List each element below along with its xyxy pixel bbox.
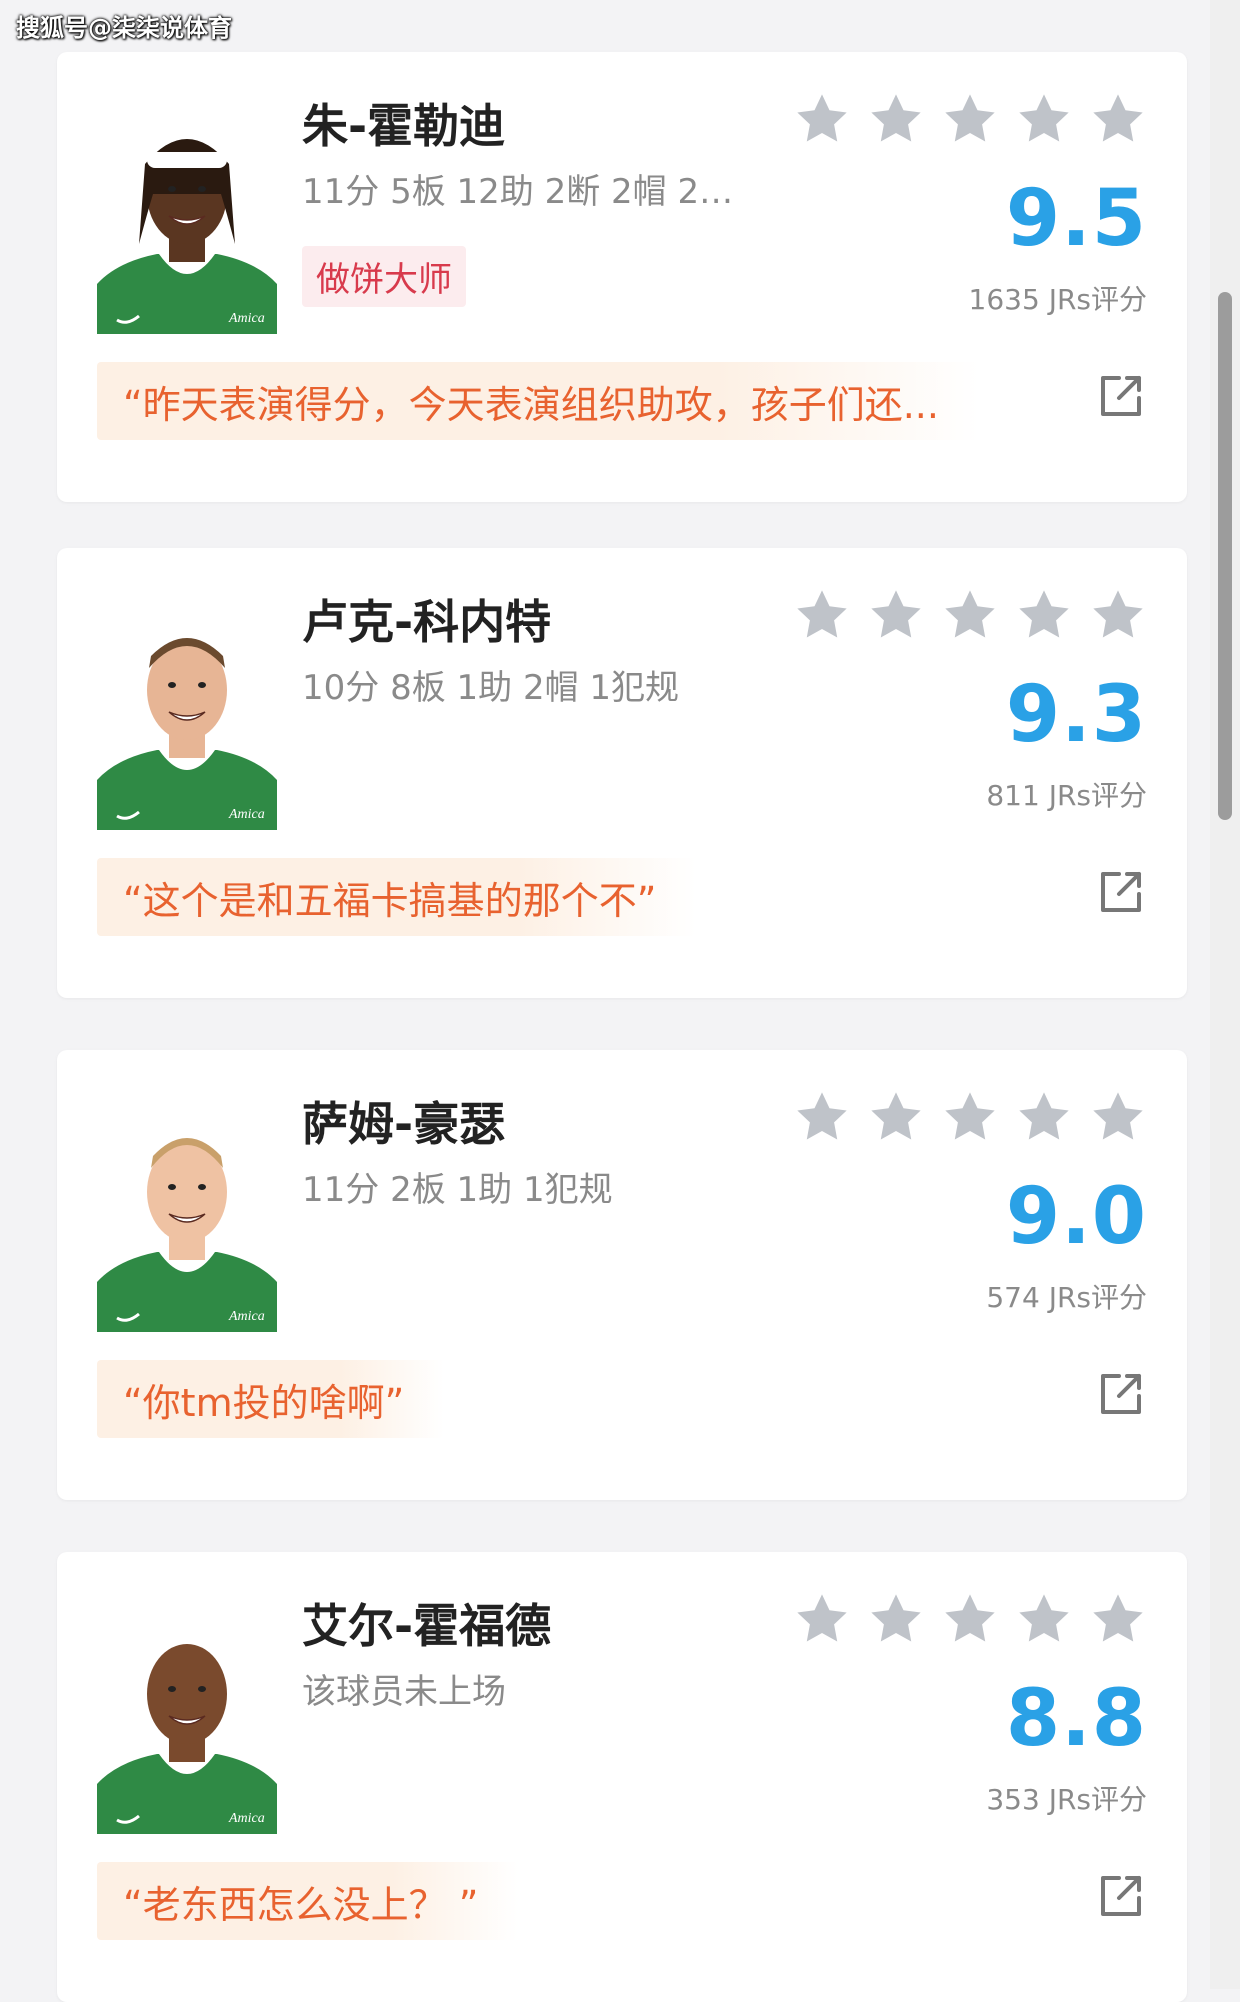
player-score: 9.5 xyxy=(1005,174,1147,264)
rating-stars[interactable] xyxy=(793,90,1147,148)
star-icon[interactable] xyxy=(941,586,999,644)
player-name: 朱-霍勒迪 xyxy=(302,99,506,153)
vote-count: 811 JRs评分 xyxy=(986,779,1147,812)
player-stats: 11分 5板 12助 2断 2帽 2失... xyxy=(302,172,752,212)
player-card[interactable]: Amica 艾尔-霍福德 该球员未上场 8.8 353 JRs评分 “老东西怎么… xyxy=(57,1552,1187,2002)
star-icon[interactable] xyxy=(941,1088,999,1146)
player-avatar: Amica xyxy=(97,94,277,334)
top-comment[interactable]: “老东西怎么没上？ ” xyxy=(97,1862,519,1940)
star-icon[interactable] xyxy=(1015,586,1073,644)
star-icon[interactable] xyxy=(793,1590,851,1648)
player-avatar: Amica xyxy=(97,590,277,830)
share-icon[interactable] xyxy=(1097,1370,1145,1418)
player-stats: 11分 2板 1助 1犯规 xyxy=(302,1170,613,1210)
svg-text:Amica: Amica xyxy=(228,1811,265,1826)
vote-count: 1635 JRs评分 xyxy=(968,283,1147,316)
player-card[interactable]: Amica 卢克-科内特 10分 8板 1助 2帽 1犯规 9.3 811 JR… xyxy=(57,548,1187,998)
star-icon[interactable] xyxy=(1015,90,1073,148)
star-icon[interactable] xyxy=(867,1088,925,1146)
player-stats: 该球员未上场 xyxy=(302,1672,506,1712)
rating-stars[interactable] xyxy=(793,1088,1147,1146)
share-icon[interactable] xyxy=(1097,372,1145,420)
watermark: 搜狐号@柒柒说体育 xyxy=(16,14,232,42)
player-name: 萨姆-豪瑟 xyxy=(302,1097,506,1151)
top-comment[interactable]: “这个是和五福卡搞基的那个不” xyxy=(97,858,697,936)
star-icon[interactable] xyxy=(1015,1590,1073,1648)
star-icon[interactable] xyxy=(793,1088,851,1146)
player-score: 8.8 xyxy=(1005,1674,1147,1764)
svg-text:Amica: Amica xyxy=(228,807,265,822)
top-comment[interactable]: “你tm投的啥啊” xyxy=(97,1360,445,1438)
player-stats: 10分 8板 1助 2帽 1犯规 xyxy=(302,668,680,708)
rating-stars[interactable] xyxy=(793,1590,1147,1648)
player-name: 艾尔-霍福德 xyxy=(302,1599,552,1653)
star-icon[interactable] xyxy=(867,586,925,644)
star-icon[interactable] xyxy=(1089,1590,1147,1648)
star-icon[interactable] xyxy=(1015,1088,1073,1146)
star-icon[interactable] xyxy=(867,90,925,148)
scrollbar-thumb[interactable] xyxy=(1218,292,1232,820)
star-icon[interactable] xyxy=(867,1590,925,1648)
share-icon[interactable] xyxy=(1097,1872,1145,1920)
player-tag-badge: 做饼大师 xyxy=(302,246,466,307)
share-icon[interactable] xyxy=(1097,868,1145,916)
player-score: 9.0 xyxy=(1005,1172,1147,1262)
star-icon[interactable] xyxy=(941,1590,999,1648)
star-icon[interactable] xyxy=(1089,90,1147,148)
player-card[interactable]: Amica 萨姆-豪瑟 11分 2板 1助 1犯规 9.0 574 JRs评分 … xyxy=(57,1050,1187,1500)
star-icon[interactable] xyxy=(793,90,851,148)
player-avatar: Amica xyxy=(97,1092,277,1332)
vote-count: 574 JRs评分 xyxy=(986,1281,1147,1314)
star-icon[interactable] xyxy=(1089,586,1147,644)
svg-text:Amica: Amica xyxy=(228,311,265,326)
star-icon[interactable] xyxy=(1089,1088,1147,1146)
player-card[interactable]: Amica 朱-霍勒迪 11分 5板 12助 2断 2帽 2失... 做饼大师 … xyxy=(57,52,1187,502)
star-icon[interactable] xyxy=(793,586,851,644)
vote-count: 353 JRs评分 xyxy=(986,1783,1147,1816)
star-icon[interactable] xyxy=(941,90,999,148)
rating-stars[interactable] xyxy=(793,586,1147,644)
scrollbar-track[interactable] xyxy=(1210,0,1240,1989)
player-avatar: Amica xyxy=(97,1594,277,1834)
svg-text:Amica: Amica xyxy=(228,1309,265,1324)
player-score: 9.3 xyxy=(1005,670,1147,760)
top-comment[interactable]: “昨天表演得分，今天表演组织助攻，孩子们还... xyxy=(97,362,979,440)
player-name: 卢克-科内特 xyxy=(302,595,552,649)
